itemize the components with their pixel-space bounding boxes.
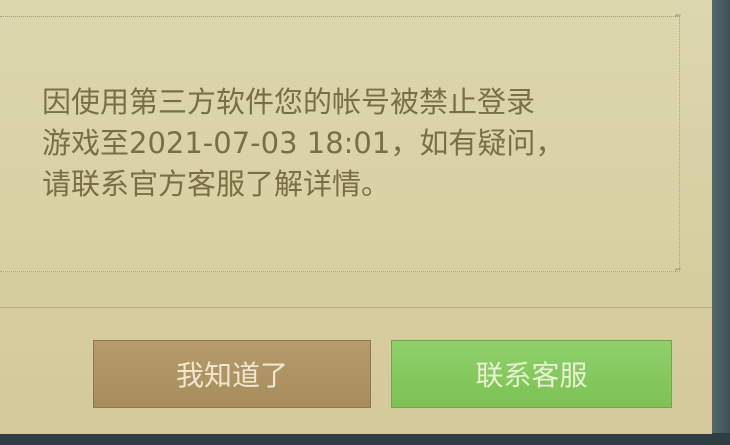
contact-support-button[interactable]: 联系客服 <box>391 340 672 408</box>
message-line: 请联系官方客服了解详情。 <box>42 167 391 201</box>
screen: ⌐ ⌐ 因使用第三方软件您的帐号被禁止登录 游戏至2021-07-03 18:0… <box>0 0 730 445</box>
acknowledge-button-label: 我知道了 <box>175 359 288 392</box>
ban-notice-dialog: ⌐ ⌐ 因使用第三方软件您的帐号被禁止登录 游戏至2021-07-03 18:0… <box>0 0 712 434</box>
ban-message: 因使用第三方软件您的帐号被禁止登录 游戏至2021-07-03 18:01，如有… <box>42 82 642 205</box>
acknowledge-button[interactable]: 我知道了 <box>93 340 371 408</box>
panel-corner-marker: ⌐ <box>675 11 682 22</box>
desktop-background-bottom <box>0 433 730 445</box>
message-line: 因使用第三方软件您的帐号被禁止登录 <box>42 85 536 119</box>
button-area-divider <box>0 307 712 308</box>
contact-support-button-label: 联系客服 <box>475 359 588 392</box>
message-line: 游戏至2021-07-03 18:01，如有疑问， <box>42 126 565 160</box>
panel-corner-marker: ⌐ <box>675 265 682 276</box>
